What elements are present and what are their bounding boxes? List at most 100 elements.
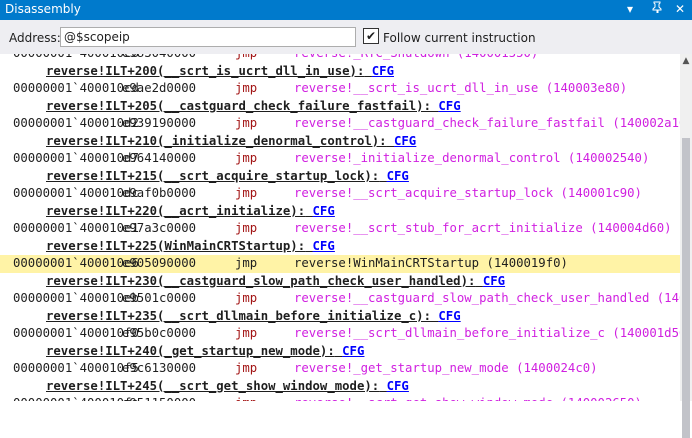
instruction-target[interactable]: reverse!_RTC_Shutdown (140001550)	[294, 54, 538, 63]
window-title: Disassembly	[5, 2, 81, 16]
instruction-bytes: e9af0b0000	[122, 186, 197, 200]
instruction-target[interactable]: reverse!WinMainCRTStartup (1400019f0)	[294, 255, 568, 273]
instruction-address: 00000001`400010e1	[13, 221, 139, 235]
instruction-mnemonic: jmp	[235, 395, 257, 401]
label-row[interactable]: reverse!ILT+215(__scrt_acquire_startup_l…	[0, 168, 680, 186]
label-row[interactable]: reverse!ILT+235(__scrt_dllmain_before_in…	[0, 308, 680, 326]
instruction-target[interactable]: reverse!__scrt_dllmain_before_initialize…	[294, 325, 680, 343]
cfg-link[interactable]: CFG	[387, 379, 409, 393]
instruction-address: 00000001`400010dc	[13, 186, 139, 200]
label-row[interactable]: reverse!ILT+225(WinMainCRTStartup): CFG	[0, 238, 680, 256]
symbol-label: reverse!ILT+215(__scrt_acquire_startup_l…	[46, 168, 409, 186]
cfg-link[interactable]: CFG	[372, 64, 394, 78]
cfg-link[interactable]: CFG	[394, 134, 416, 148]
instruction-mnemonic: jmp	[235, 256, 258, 270]
label-row[interactable]: reverse!ILT+240(_get_startup_new_mode): …	[0, 343, 680, 361]
instruction-row[interactable]: 00000001`400010d2 e939190000 jmp reverse!__…	[0, 115, 680, 133]
symbol-label: reverse!ILT+220(__acrt_initialize): CFG	[46, 203, 335, 221]
instruction-row[interactable]: 00000001`400010e6 e905090000 jmp reverse!Wi…	[0, 255, 680, 273]
address-toolbar: Address: ✔ Follow current instruction	[0, 20, 692, 54]
instruction-mnemonic: jmp	[235, 81, 258, 95]
instruction-row[interactable]: 00000001`400010cd e9ae2d0000 jmp reverse!__…	[0, 80, 680, 98]
instruction-row[interactable]: 00000001`400010c8e983040000 jmp reverse!_R…	[0, 54, 680, 63]
instruction-row[interactable]: 00000001`400010f0 e95b0c0000 jmp reverse!__…	[0, 325, 680, 343]
instruction-address: 00000001`400010fa	[13, 395, 139, 401]
instruction-bytes: e951150000	[122, 395, 196, 401]
title-bar: Disassembly ▾ ✕	[0, 0, 692, 20]
cfg-link[interactable]: CFG	[342, 344, 364, 358]
instruction-bytes: e97a3c0000	[122, 221, 197, 235]
symbol-label-text: reverse!ILT+230(__castguard_slow_path_ch…	[46, 273, 476, 288]
instruction-bytes: e9c6130000	[122, 361, 197, 375]
symbol-label: reverse!ILT+200(__scrt_is_ucrt_dll_in_us…	[46, 63, 394, 81]
symbol-label-text: reverse!ILT+235(__scrt_dllmain_before_in…	[46, 308, 431, 323]
instruction-bytes: e964140000	[122, 151, 197, 165]
symbol-label: reverse!ILT+225(WinMainCRTStartup): CFG	[46, 238, 335, 256]
instruction-address: 00000001`400010cd	[13, 81, 139, 95]
cfg-link[interactable]: CFG	[483, 274, 505, 288]
cfg-link[interactable]: CFG	[438, 309, 460, 323]
instruction-target[interactable]: reverse!__scrt_stub_for_acrt_initialize …	[294, 220, 672, 238]
disassembly-view[interactable]: 00000001`400010c8e983040000 jmp reverse!_R…	[0, 54, 680, 401]
instruction-mnemonic: jmp	[235, 221, 258, 235]
instruction-mnemonic: jmp	[235, 54, 257, 63]
instruction-bytes: e95b0c0000	[122, 326, 197, 340]
symbol-label-text: reverse!ILT+225(WinMainCRTStartup):	[46, 238, 306, 253]
symbol-label-text: reverse!ILT+205(__castguard_check_failur…	[46, 98, 431, 113]
instruction-row[interactable]: 00000001`400010e1 e97a3c0000 jmp reverse!__…	[0, 220, 680, 238]
instruction-row[interactable]: 00000001`400010fae951150000 jmp reverse!__…	[0, 395, 680, 401]
label-row[interactable]: reverse!ILT+205(__castguard_check_failur…	[0, 98, 680, 116]
instruction-address: 00000001`400010f5	[13, 361, 139, 375]
instruction-target[interactable]: reverse!__scrt_get_show_window_mode (140…	[294, 395, 642, 401]
vertical-scrollbar[interactable]: ▲	[680, 54, 692, 438]
instruction-row[interactable]: 00000001`400010d7 e964140000 jmp reverse!_i…	[0, 150, 680, 168]
scroll-up-arrow-icon[interactable]: ▲	[680, 56, 692, 66]
dropdown-arrow-icon[interactable]: ▾	[622, 1, 638, 17]
instruction-target[interactable]: reverse!__scrt_is_ucrt_dll_in_use (14000…	[294, 80, 627, 98]
label-row[interactable]: reverse!ILT+245(__scrt_get_show_window_m…	[0, 378, 680, 396]
symbol-label: reverse!ILT+230(__castguard_slow_path_ch…	[46, 273, 505, 291]
label-row[interactable]: reverse!ILT+200(__scrt_is_ucrt_dll_in_us…	[0, 63, 680, 81]
instruction-mnemonic: jmp	[235, 326, 258, 340]
address-label: Address:	[9, 31, 61, 45]
instruction-address: 00000001`400010c8	[13, 54, 139, 63]
symbol-label: reverse!ILT+245(__scrt_get_show_window_m…	[46, 378, 409, 396]
instruction-mnemonic: jmp	[235, 116, 258, 130]
cfg-link[interactable]: CFG	[438, 99, 460, 113]
label-row[interactable]: reverse!ILT+210(_initialize_denormal_con…	[0, 133, 680, 151]
symbol-label-text: reverse!ILT+245(__scrt_get_show_window_m…	[46, 378, 380, 393]
instruction-address: 00000001`400010e6	[13, 256, 139, 270]
instruction-target[interactable]: reverse!_get_startup_new_mode (1400024c0…	[294, 360, 598, 378]
follow-current-instruction-checkbox[interactable]: ✔	[363, 28, 379, 44]
label-row[interactable]: reverse!ILT+220(__acrt_initialize): CFG	[0, 203, 680, 221]
address-input[interactable]	[60, 27, 356, 47]
instruction-address: 00000001`400010f0	[13, 326, 139, 340]
symbol-label: reverse!ILT+210(_initialize_denormal_con…	[46, 133, 416, 151]
instruction-address: 00000001`400010d2	[13, 116, 139, 130]
instruction-row[interactable]: 00000001`400010f5 e9c6130000 jmp reverse!_g…	[0, 360, 680, 378]
cfg-link[interactable]: CFG	[313, 239, 335, 253]
pin-icon[interactable]	[649, 1, 665, 17]
instruction-row[interactable]: 00000001`400010dc e9af0b0000 jmp reverse!__…	[0, 185, 680, 203]
scrollbar-thumb[interactable]	[682, 138, 690, 438]
symbol-label-text: reverse!ILT+200(__scrt_is_ucrt_dll_in_us…	[46, 63, 365, 78]
instruction-bytes: e9ae2d0000	[122, 81, 197, 95]
symbol-label-text: reverse!ILT+215(__scrt_acquire_startup_l…	[46, 168, 380, 183]
instruction-target[interactable]: reverse!__castguard_check_failure_fastfa…	[294, 115, 680, 133]
instruction-bytes: e983040000	[122, 54, 196, 63]
cfg-link[interactable]: CFG	[387, 169, 409, 183]
label-row[interactable]: reverse!ILT+230(__castguard_slow_path_ch…	[0, 273, 680, 291]
instruction-target[interactable]: reverse!__scrt_acquire_startup_lock (140…	[294, 185, 642, 203]
instruction-mnemonic: jmp	[235, 361, 258, 375]
cfg-link[interactable]: CFG	[313, 204, 335, 218]
instruction-row[interactable]: 00000001`400010eb e9501c0000 jmp reverse!__…	[0, 290, 680, 308]
instruction-target[interactable]: reverse!_initialize_denormal_control (14…	[294, 150, 649, 168]
symbol-label-text: reverse!ILT+240(_get_startup_new_mode):	[46, 343, 335, 358]
instruction-bytes: e939190000	[122, 116, 197, 130]
close-icon[interactable]: ✕	[672, 1, 688, 17]
instruction-mnemonic: jmp	[235, 151, 258, 165]
instruction-bytes: e905090000	[122, 256, 197, 270]
symbol-label: reverse!ILT+235(__scrt_dllmain_before_in…	[46, 308, 461, 326]
follow-current-instruction-label: Follow current instruction	[383, 31, 536, 45]
instruction-target[interactable]: reverse!__castguard_slow_path_check_user…	[294, 290, 680, 308]
